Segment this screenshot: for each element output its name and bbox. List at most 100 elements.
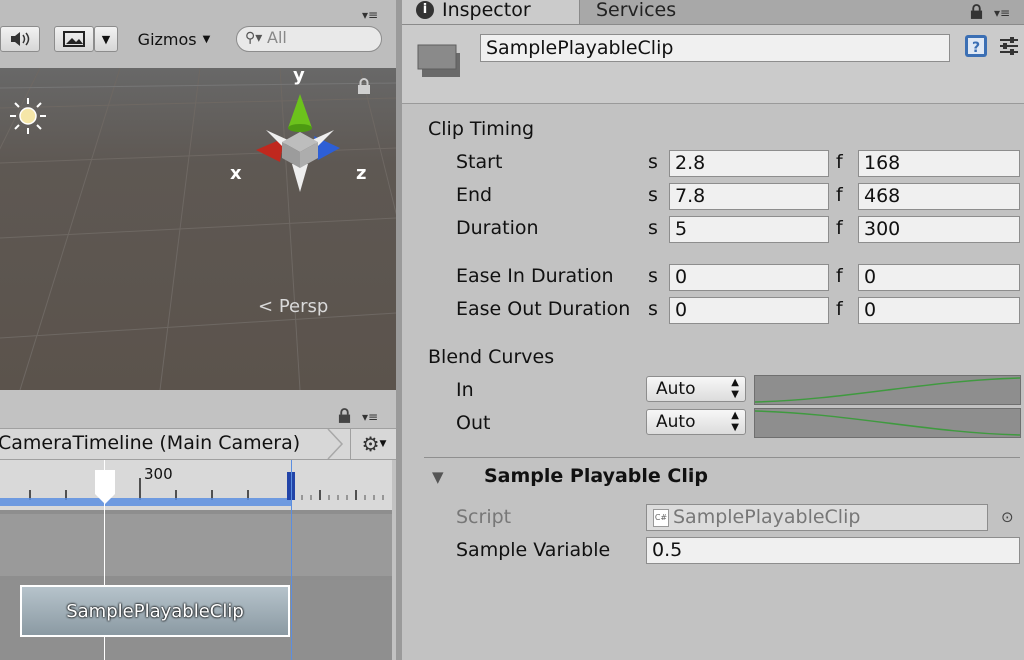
- tab-inspector[interactable]: i Inspector: [402, 0, 580, 24]
- playhead-marker[interactable]: [94, 470, 116, 504]
- chevron-down-icon: ▼: [101, 32, 111, 46]
- tab-services[interactable]: Services: [582, 0, 732, 24]
- panel-menu-icon[interactable]: ▾≡: [994, 6, 1010, 20]
- ease-in-frames-unit: f: [836, 265, 843, 287]
- projection-toggle[interactable]: < Persp: [258, 296, 328, 317]
- svg-text:?: ?: [972, 40, 980, 56]
- duration-frames-unit: f: [836, 217, 843, 239]
- component-title[interactable]: Sample Playable Clip: [484, 465, 708, 487]
- ease-out-seconds-unit: s: [648, 298, 658, 320]
- start-seconds-field[interactable]: 2.8: [669, 150, 829, 177]
- blend-out-mode-value: Auto: [656, 412, 696, 432]
- panel-menu-icon[interactable]: ▾≡: [362, 8, 378, 22]
- timeline-title[interactable]: CameraTimeline (Main Camera): [0, 432, 300, 454]
- orientation-gizmo[interactable]: [240, 88, 360, 198]
- end-frames-unit: f: [836, 184, 843, 206]
- tab-inspector-label: Inspector: [442, 0, 531, 21]
- gear-icon: ⚙: [361, 432, 380, 456]
- duration-label: Duration: [456, 217, 539, 239]
- timeline-title-bar: CameraTimeline (Main Camera) ⚙ ▼: [0, 428, 396, 460]
- object-picker-icon[interactable]: ⊙: [1001, 508, 1014, 526]
- scene-viewport[interactable]: y x z < Persp: [0, 68, 396, 390]
- section-divider: [424, 457, 1020, 458]
- audio-toggle-button[interactable]: [0, 26, 40, 52]
- blend-in-label: In: [456, 379, 474, 401]
- effects-dropdown-button[interactable]: ▼: [94, 26, 118, 52]
- axis-y-label: y: [293, 68, 305, 86]
- settings-sliders-icon[interactable]: [998, 35, 1020, 57]
- ruler-label: 300: [144, 465, 173, 483]
- foldout-triangle-icon[interactable]: ▼: [432, 468, 444, 486]
- script-field: C# SamplePlayableClip: [646, 504, 988, 531]
- script-value: SamplePlayableClip: [673, 506, 861, 528]
- timeline-clip[interactable]: SamplePlayableClip: [20, 585, 290, 637]
- ease-in-seconds-field[interactable]: 0: [669, 264, 829, 291]
- track-row: [0, 514, 392, 576]
- ease-out-frames-unit: f: [836, 298, 843, 320]
- sample-variable-label: Sample Variable: [456, 539, 611, 561]
- ruler-ticks: [0, 472, 384, 506]
- projection-label: Persp: [278, 296, 329, 317]
- effects-toggle-button[interactable]: [54, 26, 94, 52]
- up-down-arrows-icon: ▲ ▼: [731, 410, 739, 433]
- inspector-body: Clip Timing Start s 2.8 f 168 End s 7.8 …: [402, 104, 1024, 660]
- axis-z-label: z: [356, 163, 367, 184]
- clip-timing-heading: Clip Timing: [428, 118, 535, 140]
- scene-toolbar: ▾≡ ▼ Gizmos ▼ ⚲▾ All: [0, 0, 396, 69]
- start-frames-unit: f: [836, 151, 843, 173]
- inspector-tab-bar: i Inspector Services ▾≡: [402, 0, 1024, 25]
- lock-icon[interactable]: [338, 408, 351, 423]
- sample-variable-field[interactable]: 0.5: [646, 537, 1020, 564]
- end-label: End: [456, 184, 493, 206]
- script-label: Script: [456, 506, 512, 528]
- speaker-icon: [11, 32, 30, 46]
- ease-in-duration-label: Ease In Duration: [456, 265, 614, 287]
- timeline-settings-button[interactable]: ⚙ ▼: [350, 429, 397, 459]
- blend-out-label: Out: [456, 412, 491, 434]
- duration-frames-field[interactable]: 300: [858, 216, 1020, 243]
- search-icon: ⚲▾: [245, 30, 263, 46]
- ease-out-duration-label: Ease Out Duration: [456, 298, 631, 320]
- ease-out-seconds-field[interactable]: 0: [669, 297, 829, 324]
- up-down-arrows-icon: ▲ ▼: [731, 377, 739, 400]
- search-placeholder: All: [267, 28, 287, 47]
- chevron-down-icon: ▼: [202, 33, 211, 45]
- start-frames-field[interactable]: 168: [858, 150, 1020, 177]
- chevron-down-icon: ▼: [379, 439, 387, 449]
- end-seconds-unit: s: [648, 184, 658, 206]
- breadcrumb-arrow-icon: [327, 429, 344, 459]
- blend-in-mode-value: Auto: [656, 379, 696, 399]
- blend-out-mode-dropdown[interactable]: Auto ▲ ▼: [646, 409, 746, 435]
- info-icon: i: [416, 1, 434, 19]
- end-seconds-field[interactable]: 7.8: [669, 183, 829, 210]
- blend-out-curve-preview[interactable]: [754, 408, 1021, 438]
- object-icon: [417, 44, 460, 77]
- lock-icon[interactable]: [970, 4, 983, 19]
- duration-seconds-unit: s: [648, 217, 658, 239]
- axis-x-label: x: [230, 163, 242, 184]
- ease-out-frames-field[interactable]: 0: [858, 297, 1020, 324]
- panel-menu-icon[interactable]: ▾≡: [362, 410, 378, 424]
- end-frames-field[interactable]: 468: [858, 183, 1020, 210]
- directional-light-icon[interactable]: [8, 96, 48, 136]
- search-field[interactable]: ⚲▾ All: [236, 26, 382, 52]
- gizmos-dropdown[interactable]: Gizmos ▼: [126, 26, 222, 52]
- help-icon[interactable]: ?: [964, 34, 988, 58]
- blend-in-curve: [755, 377, 1020, 403]
- blend-in-curve-preview[interactable]: [754, 375, 1021, 405]
- start-label: Start: [456, 151, 503, 173]
- ease-in-seconds-unit: s: [648, 265, 658, 287]
- chevron-left-icon: <: [258, 296, 274, 317]
- duration-seconds-field[interactable]: 5: [669, 216, 829, 243]
- ease-in-frames-field[interactable]: 0: [858, 264, 1020, 291]
- gizmos-label: Gizmos: [137, 29, 197, 49]
- timeline-ruler[interactable]: 300: [0, 460, 392, 510]
- blend-curves-heading: Blend Curves: [428, 346, 555, 368]
- start-seconds-unit: s: [648, 151, 658, 173]
- blend-in-mode-dropdown[interactable]: Auto ▲ ▼: [646, 376, 746, 402]
- image-icon: [63, 31, 85, 47]
- clip-end-line: [291, 460, 292, 660]
- timeline-panel-header: ▾≡: [0, 402, 396, 428]
- object-name-field[interactable]: SamplePlayableClip: [480, 34, 950, 62]
- blend-out-curve: [755, 410, 1020, 436]
